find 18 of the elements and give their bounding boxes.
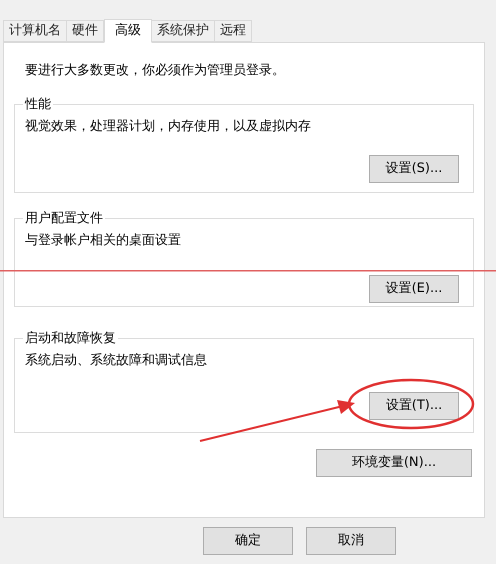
settings-button[interactable]: 设置(E)... [369, 275, 459, 303]
group-title: 性能 [24, 96, 52, 114]
tab[interactable]: 远程 [214, 20, 252, 42]
tab[interactable]: 硬件 [66, 20, 104, 42]
group-description: 系统启动、系统故障和调试信息 [25, 352, 208, 370]
tab[interactable]: 计算机名 [3, 20, 67, 42]
group-description: 视觉效果，处理器计划，内存使用，以及虚拟内存 [25, 118, 312, 136]
environment-variables-button[interactable]: 环境变量(N)... [316, 449, 472, 477]
group-title: 用户配置文件 [24, 210, 104, 228]
tab[interactable]: 高级 [104, 19, 152, 43]
settings-button[interactable]: 设置(T)... [369, 392, 459, 420]
group-title: 启动和故障恢复 [24, 330, 117, 348]
dialog-button[interactable]: 取消 [306, 527, 396, 555]
admin-notice: 要进行大多数更改，你必须作为管理员登录。 [24, 62, 286, 80]
group-description: 与登录帐户相关的桌面设置 [25, 232, 182, 250]
settings-button[interactable]: 设置(S)... [369, 155, 459, 183]
tab[interactable]: 系统保护 [151, 20, 215, 42]
dialog-button[interactable]: 确定 [203, 527, 293, 555]
